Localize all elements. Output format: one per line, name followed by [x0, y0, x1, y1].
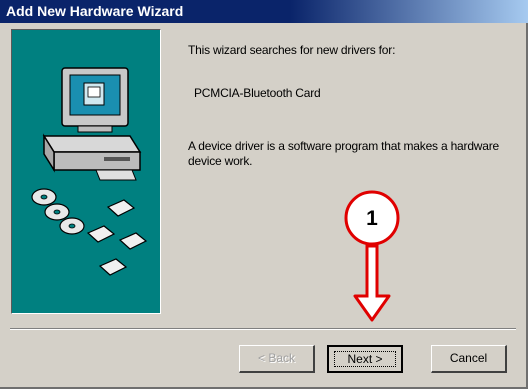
- annotation-callout: [344, 190, 400, 322]
- arrow-down-icon: [353, 244, 391, 322]
- step-number: 1: [366, 207, 378, 230]
